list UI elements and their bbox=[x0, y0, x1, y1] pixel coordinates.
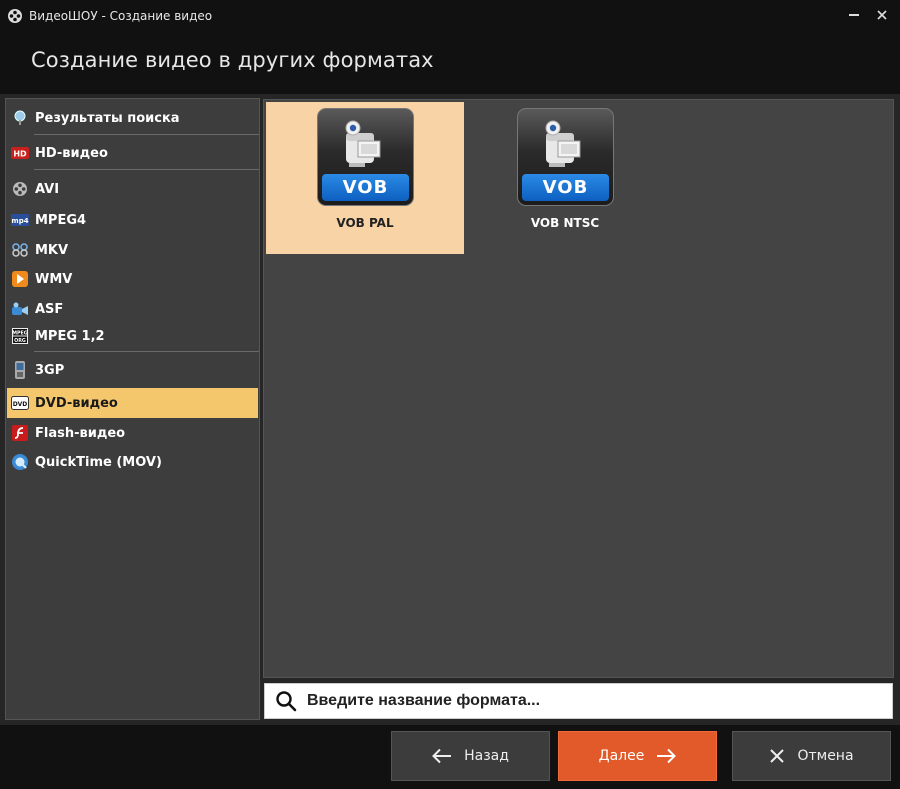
next-button-label: Далее bbox=[598, 748, 645, 764]
format-badge: VOB bbox=[522, 174, 609, 201]
sidebar-item-avi[interactable]: AVI bbox=[7, 178, 258, 200]
window-title: ВидеоШОУ - Создание видео bbox=[29, 9, 213, 23]
sidebar-item-label: MKV bbox=[35, 242, 69, 258]
sidebar-item-label: Результаты поиска bbox=[35, 110, 180, 126]
divider bbox=[34, 351, 259, 352]
back-button[interactable]: Назад bbox=[391, 731, 550, 781]
sidebar-item-wmv[interactable]: WMV bbox=[7, 268, 258, 290]
close-icon bbox=[877, 10, 887, 20]
header: Создание видео в других форматах bbox=[0, 32, 900, 94]
sidebar-item-label: Flash-видео bbox=[35, 425, 126, 441]
next-button[interactable]: Далее bbox=[558, 731, 717, 781]
app-film-icon bbox=[8, 9, 22, 23]
sidebar-item-search-results[interactable]: Результаты поиска bbox=[7, 107, 258, 129]
mpeg-org-icon: MPEG ORG bbox=[11, 327, 29, 345]
format-grid: VOB VOB PAL VOB VOB NTSC bbox=[263, 99, 894, 678]
phone-icon bbox=[11, 361, 29, 379]
svg-text:DVD: DVD bbox=[13, 401, 28, 408]
sidebar-item-label: WMV bbox=[35, 271, 73, 287]
page-title: Создание видео в других форматах bbox=[31, 48, 434, 72]
sidebar-item-mpeg12[interactable]: MPEG ORG MPEG 1,2 bbox=[7, 325, 258, 347]
dvd-icon: DVD bbox=[11, 394, 29, 412]
quicktime-icon bbox=[11, 453, 29, 471]
search-icon bbox=[276, 691, 297, 712]
svg-text:MPEG: MPEG bbox=[12, 330, 28, 336]
svg-text:mp4: mp4 bbox=[11, 217, 28, 225]
mp4-icon: mp4 bbox=[11, 211, 29, 229]
svg-text:HD: HD bbox=[13, 150, 27, 159]
sidebar-item-label: HD-видео bbox=[35, 145, 108, 161]
cancel-button[interactable]: Отмена bbox=[732, 731, 891, 781]
back-button-label: Назад bbox=[464, 748, 509, 764]
sidebar-item-mpeg4[interactable]: mp4 MPEG4 bbox=[7, 209, 258, 231]
sidebar-item-label: QuickTime (MOV) bbox=[35, 454, 162, 470]
wmv-icon bbox=[11, 270, 29, 288]
sidebar-item-label: ASF bbox=[35, 301, 64, 317]
sidebar-item-quicktime[interactable]: QuickTime (MOV) bbox=[7, 451, 258, 473]
format-tile-label: VOB NTSC bbox=[530, 216, 600, 230]
minimize-icon bbox=[849, 14, 859, 16]
divider bbox=[34, 134, 259, 135]
divider bbox=[34, 169, 259, 170]
sidebar-item-flash-video[interactable]: Flash-видео bbox=[7, 422, 258, 444]
camcorder-icon bbox=[545, 120, 581, 167]
camcorder-icon bbox=[345, 120, 381, 167]
search-result-icon bbox=[11, 109, 29, 127]
vob-format-icon: VOB bbox=[317, 108, 414, 206]
sidebar-item-hd-video[interactable]: HD HD-видео bbox=[7, 142, 258, 164]
format-category-sidebar: Результаты поиска HD HD-видео AVI mp4 MP… bbox=[5, 98, 260, 720]
sidebar-item-mkv[interactable]: MKV bbox=[7, 239, 258, 261]
asf-icon bbox=[11, 300, 29, 318]
format-badge: VOB bbox=[322, 174, 409, 201]
search-input[interactable] bbox=[307, 692, 867, 710]
sidebar-item-asf[interactable]: ASF bbox=[7, 298, 258, 320]
format-search-box bbox=[264, 683, 893, 719]
format-tile-vob-ntsc[interactable]: VOB VOB NTSC bbox=[466, 102, 664, 254]
mkv-icon bbox=[11, 241, 29, 259]
sidebar-item-label: MPEG 1,2 bbox=[35, 328, 105, 344]
minimize-button[interactable] bbox=[842, 4, 866, 26]
film-reel-icon bbox=[11, 180, 29, 198]
format-tile-label: VOB PAL bbox=[336, 216, 394, 230]
sidebar-item-label: 3GP bbox=[35, 362, 65, 378]
sidebar-item-dvd-video[interactable]: DVD DVD-видео bbox=[7, 388, 258, 418]
arrow-right-icon bbox=[656, 748, 677, 764]
cancel-button-label: Отмена bbox=[797, 748, 854, 764]
close-button[interactable] bbox=[870, 4, 894, 26]
format-tile-vob-pal[interactable]: VOB VOB PAL bbox=[266, 102, 464, 254]
svg-text:ORG: ORG bbox=[14, 338, 26, 344]
title-bar: ВидеоШОУ - Создание видео bbox=[0, 0, 900, 32]
sidebar-item-label: AVI bbox=[35, 181, 60, 197]
arrow-left-icon bbox=[432, 748, 452, 764]
sidebar-item-label: MPEG4 bbox=[35, 212, 87, 228]
vob-format-icon: VOB bbox=[517, 108, 614, 206]
sidebar-item-3gp[interactable]: 3GP bbox=[7, 359, 258, 381]
flash-icon bbox=[11, 424, 29, 442]
hd-icon: HD bbox=[11, 144, 29, 162]
sidebar-item-label: DVD-видео bbox=[35, 395, 118, 411]
close-x-icon bbox=[769, 748, 785, 764]
